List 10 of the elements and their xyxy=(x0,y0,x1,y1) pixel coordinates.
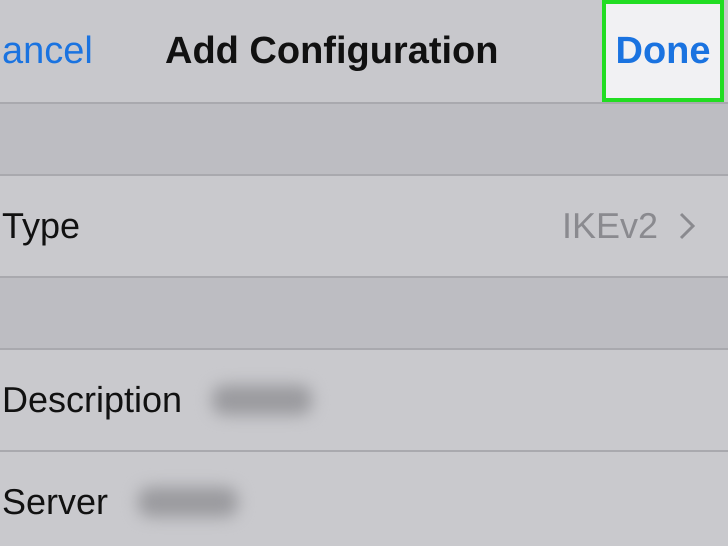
settings-row[interactable]: Type IKEv2 xyxy=(0,176,728,278)
row-label: Description xyxy=(2,379,182,421)
settings-row[interactable]: Description xyxy=(0,350,728,452)
row-value: IKEv2 xyxy=(562,205,658,247)
done-button[interactable]: Done xyxy=(602,0,724,102)
row-label: Type xyxy=(2,205,80,247)
chevron-icon xyxy=(678,211,696,241)
row-label: Server xyxy=(2,481,108,523)
settings-row[interactable]: Server xyxy=(0,452,728,546)
screen-title: Add Configuration xyxy=(165,30,498,72)
